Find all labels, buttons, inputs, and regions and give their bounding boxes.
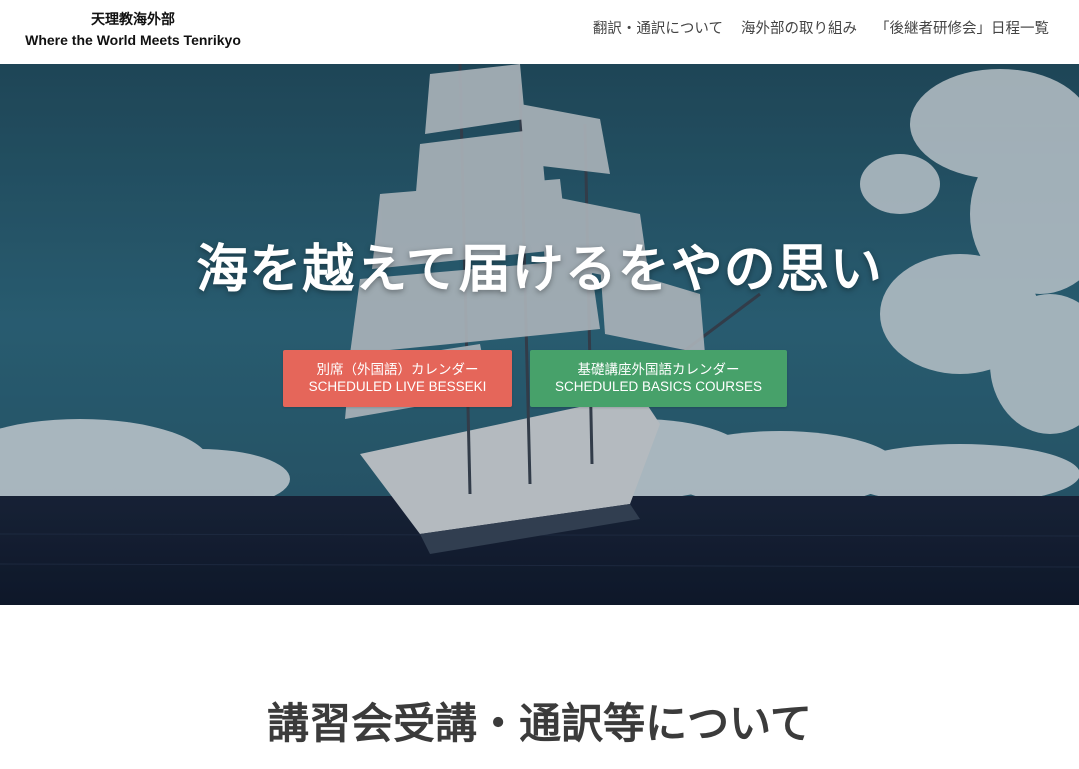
hero-title: 海を越えて届けるをやの思い xyxy=(196,241,883,299)
besseki-button-label-jp: 別席（外国語）カレンダー xyxy=(316,362,479,377)
site-tagline[interactable]: Where the World Meets Tenrikyo xyxy=(22,30,244,50)
site-title-jp[interactable]: 天理教海外部 xyxy=(22,8,244,30)
hero-section: 海を越えて届けるをやの思い 別席（外国語）カレンダー SCHEDULED LIV… xyxy=(0,64,1079,605)
main-navigation: 翻訳・通訳について 海外部の取り組み 「後継者研修会」日程一覧 xyxy=(593,18,1049,40)
site-header: 天理教海外部 Where the World Meets Tenrikyo 翻訳… xyxy=(0,0,1079,64)
basics-courses-calendar-button[interactable]: 基礎講座外国語カレンダー SCHEDULED BASICS COURSES xyxy=(530,350,787,407)
nav-link-schedule[interactable]: 「後継者研修会」日程一覧 xyxy=(875,18,1049,40)
hero-overlay xyxy=(0,64,1079,605)
besseki-button-label-en: SCHEDULED LIVE BESSEKI xyxy=(308,379,487,394)
basics-button-label-jp: 基礎講座外国語カレンダー xyxy=(577,362,740,377)
basics-button-label-en: SCHEDULED BASICS COURSES xyxy=(554,379,763,394)
nav-link-translation[interactable]: 翻訳・通訳について xyxy=(593,18,723,40)
site-branding[interactable]: 天理教海外部 Where the World Meets Tenrikyo xyxy=(22,8,244,50)
nav-link-initiatives[interactable]: 海外部の取り組み xyxy=(741,18,857,40)
besseki-calendar-button[interactable]: 別席（外国語）カレンダー SCHEDULED LIVE BESSEKI xyxy=(283,350,512,407)
section-title: 講習会受講・通訳等について xyxy=(267,700,812,747)
